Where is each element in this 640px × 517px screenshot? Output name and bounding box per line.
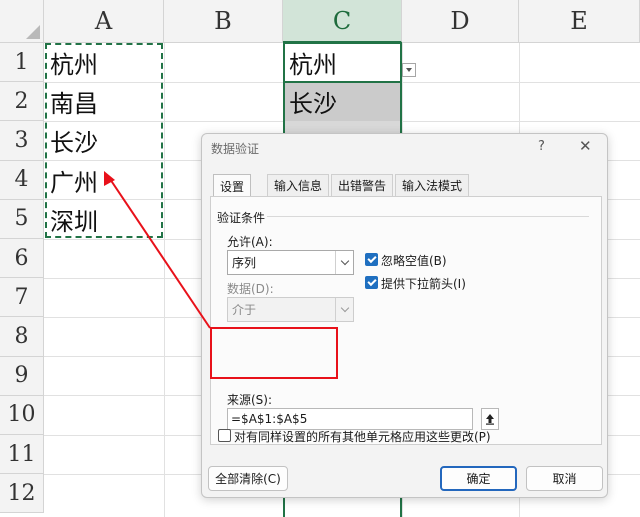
validation-criteria-title: 验证条件	[217, 211, 266, 225]
row-header-1[interactable]: 1	[0, 43, 44, 83]
row-header-11[interactable]: 11	[0, 435, 44, 475]
data-validation-dialog: 数据验证 ? ✕ 设置 输入信息 出错警告 输入法模式 验证条件 允许(A): …	[201, 133, 608, 498]
tab-ime-mode[interactable]: 输入法模式	[395, 174, 470, 196]
column-header-a[interactable]: A	[44, 0, 164, 43]
row-header-8[interactable]: 8	[0, 317, 44, 357]
ok-button[interactable]: 确定	[440, 466, 517, 491]
row-header-12[interactable]: 12	[0, 474, 44, 514]
source-input[interactable]: =$A$1:$A$5	[227, 408, 473, 430]
chevron-down-icon	[335, 298, 353, 321]
row-header-2[interactable]: 2	[0, 82, 44, 122]
allow-select-value: 序列	[232, 256, 257, 270]
row-header-7[interactable]: 7	[0, 278, 44, 318]
ignore-blank-checkbox[interactable]	[365, 253, 378, 266]
tab-input-message[interactable]: 输入信息	[267, 174, 330, 196]
column-header-c[interactable]: C	[283, 0, 402, 43]
data-label: 数据(D):	[227, 282, 274, 296]
allow-label: 允许(A):	[227, 235, 273, 249]
row-header-6[interactable]: 6	[0, 239, 44, 279]
allow-select[interactable]: 序列	[227, 250, 354, 275]
select-all-corner[interactable]	[0, 0, 44, 43]
apply-all-label[interactable]: 对有同样设置的所有其他单元格应用这些更改(P)	[234, 428, 491, 445]
row-header-9[interactable]: 9	[0, 356, 44, 396]
collapse-range-icon[interactable]	[481, 408, 499, 430]
chevron-down-icon	[335, 251, 353, 274]
gridline	[164, 43, 165, 517]
group-divider	[267, 216, 589, 217]
settings-panel: 验证条件 允许(A): 序列 忽略空值(B) 提供下拉箭头(I) 数据(D): …	[210, 196, 602, 445]
row-header-4[interactable]: 4	[0, 160, 44, 200]
column-header-e[interactable]: E	[519, 0, 640, 43]
source-label: 来源(S):	[227, 393, 273, 407]
chevron-down-icon	[406, 68, 412, 72]
data-select-value: 介于	[232, 303, 257, 317]
row-header-3[interactable]: 3	[0, 121, 44, 161]
cell-dropdown-arrow-icon[interactable]	[402, 63, 416, 77]
column-header-b[interactable]: B	[164, 0, 283, 43]
help-icon[interactable]: ?	[538, 139, 545, 154]
clear-all-button[interactable]: 全部清除(C)	[208, 466, 288, 491]
apply-all-checkbox[interactable]	[218, 429, 231, 442]
ignore-blank-label[interactable]: 忽略空值(B)	[381, 252, 447, 269]
dialog-tabs: 设置 输入信息 出错警告 输入法模式	[213, 174, 603, 197]
select-all-triangle-icon	[26, 25, 40, 39]
tab-error-alert[interactable]: 出错警告	[331, 174, 394, 196]
copy-marquee-range	[45, 43, 163, 238]
row-header-5[interactable]: 5	[0, 199, 44, 239]
column-header-d[interactable]: D	[402, 0, 519, 43]
row-header-10[interactable]: 10	[0, 395, 44, 435]
cancel-button[interactable]: 取消	[526, 466, 603, 491]
upload-arrow-icon	[486, 414, 494, 425]
close-icon[interactable]: ✕	[579, 137, 592, 155]
dialog-title: 数据验证	[211, 142, 260, 156]
in-cell-dropdown-checkbox[interactable]	[365, 276, 378, 289]
data-select: 介于	[227, 297, 354, 322]
tab-settings[interactable]: 设置	[213, 174, 252, 197]
annotation-highlight-box	[210, 327, 338, 379]
in-cell-dropdown-label[interactable]: 提供下拉箭头(I)	[381, 275, 466, 292]
active-cell-border	[283, 42, 402, 83]
